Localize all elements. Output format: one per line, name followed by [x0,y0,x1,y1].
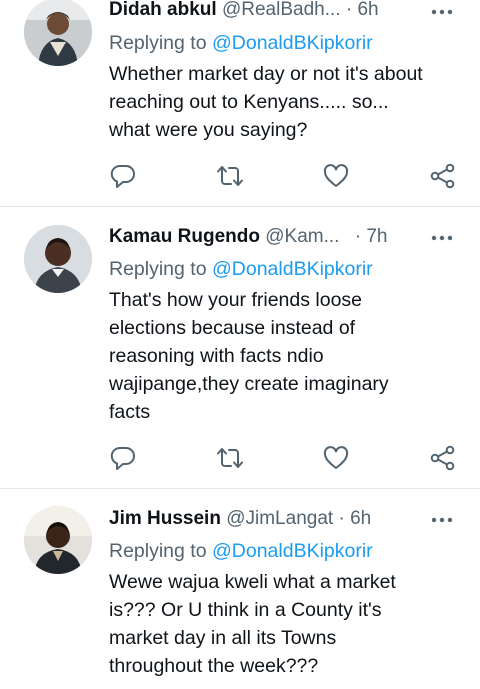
retweet-icon [217,166,243,186]
user-handle[interactable]: @JimLangat [226,508,333,529]
reply-icon [110,164,135,188]
display-name[interactable]: Didah abkul [109,0,217,20]
separator-dot: · [338,508,345,529]
heart-icon [323,164,349,187]
replying-to: Replying to @DonaldBKipkorir [109,538,373,564]
tweet-header: Jim Hussein @JimLangat · 6h [109,506,460,532]
share-button[interactable] [429,444,457,472]
display-name[interactable]: Kamau Rugendo [109,226,260,247]
replying-prefix: Replying to [109,540,207,562]
share-icon [430,163,455,189]
timestamp[interactable]: 6h [357,0,378,20]
avatar-image [24,225,92,293]
reply-button[interactable] [109,162,137,190]
user-handle[interactable]: @RealBadh... [222,0,341,20]
mention-link[interactable]: @DonaldBKipkorir [212,540,373,562]
share-icon [430,445,455,471]
share-button[interactable] [429,162,457,190]
more-options-icon[interactable] [430,2,454,22]
tweet-text: That's how your friends loose elections … [109,289,389,423]
retweet-icon [217,448,243,468]
tweet-2[interactable]: Kamau Rugendo @Kam... · 7h Replying to @… [0,207,480,488]
tweet-header: Didah abkul @RealBadh... · 6h [109,0,460,23]
replying-to: Replying to @DonaldBKipkorir [109,256,373,282]
heart-icon [323,446,349,469]
avatar[interactable] [24,506,92,574]
retweet-button[interactable] [216,444,244,472]
avatar-image [24,0,92,66]
more-options-icon[interactable] [430,510,454,530]
like-button[interactable] [322,162,350,190]
timestamp[interactable]: 6h [350,508,371,529]
reply-button[interactable] [109,444,137,472]
avatar[interactable] [24,0,92,66]
mention-link[interactable]: @DonaldBKipkorir [212,258,373,280]
mention-link[interactable]: @DonaldBKipkorir [212,32,373,54]
display-name[interactable]: Jim Hussein [109,508,221,529]
tweet-1[interactable]: Didah abkul @RealBadh... · 6h Replying t… [0,0,480,206]
tweet-text: Wewe wajua kweli what a market is??? Or … [109,571,396,677]
tweet-text: Whether market day or not it's about rea… [109,63,423,141]
avatar[interactable] [24,225,92,293]
timestamp[interactable]: 7h [366,226,387,247]
more-options-icon[interactable] [430,228,454,248]
tweet-3[interactable]: Jim Hussein @JimLangat · 6h Replying to … [0,489,480,689]
like-button[interactable] [322,444,350,472]
replying-prefix: Replying to [109,258,207,280]
replying-to: Replying to @DonaldBKipkorir [109,30,373,56]
replying-prefix: Replying to [109,32,207,54]
separator-dot: · [345,0,353,20]
retweet-button[interactable] [216,162,244,190]
reply-icon [110,446,135,470]
tweet-header: Kamau Rugendo @Kam... · 7h [109,224,460,250]
avatar-image [24,506,92,574]
user-handle[interactable]: @Kam... [265,226,339,247]
separator-dot: · [354,226,362,247]
